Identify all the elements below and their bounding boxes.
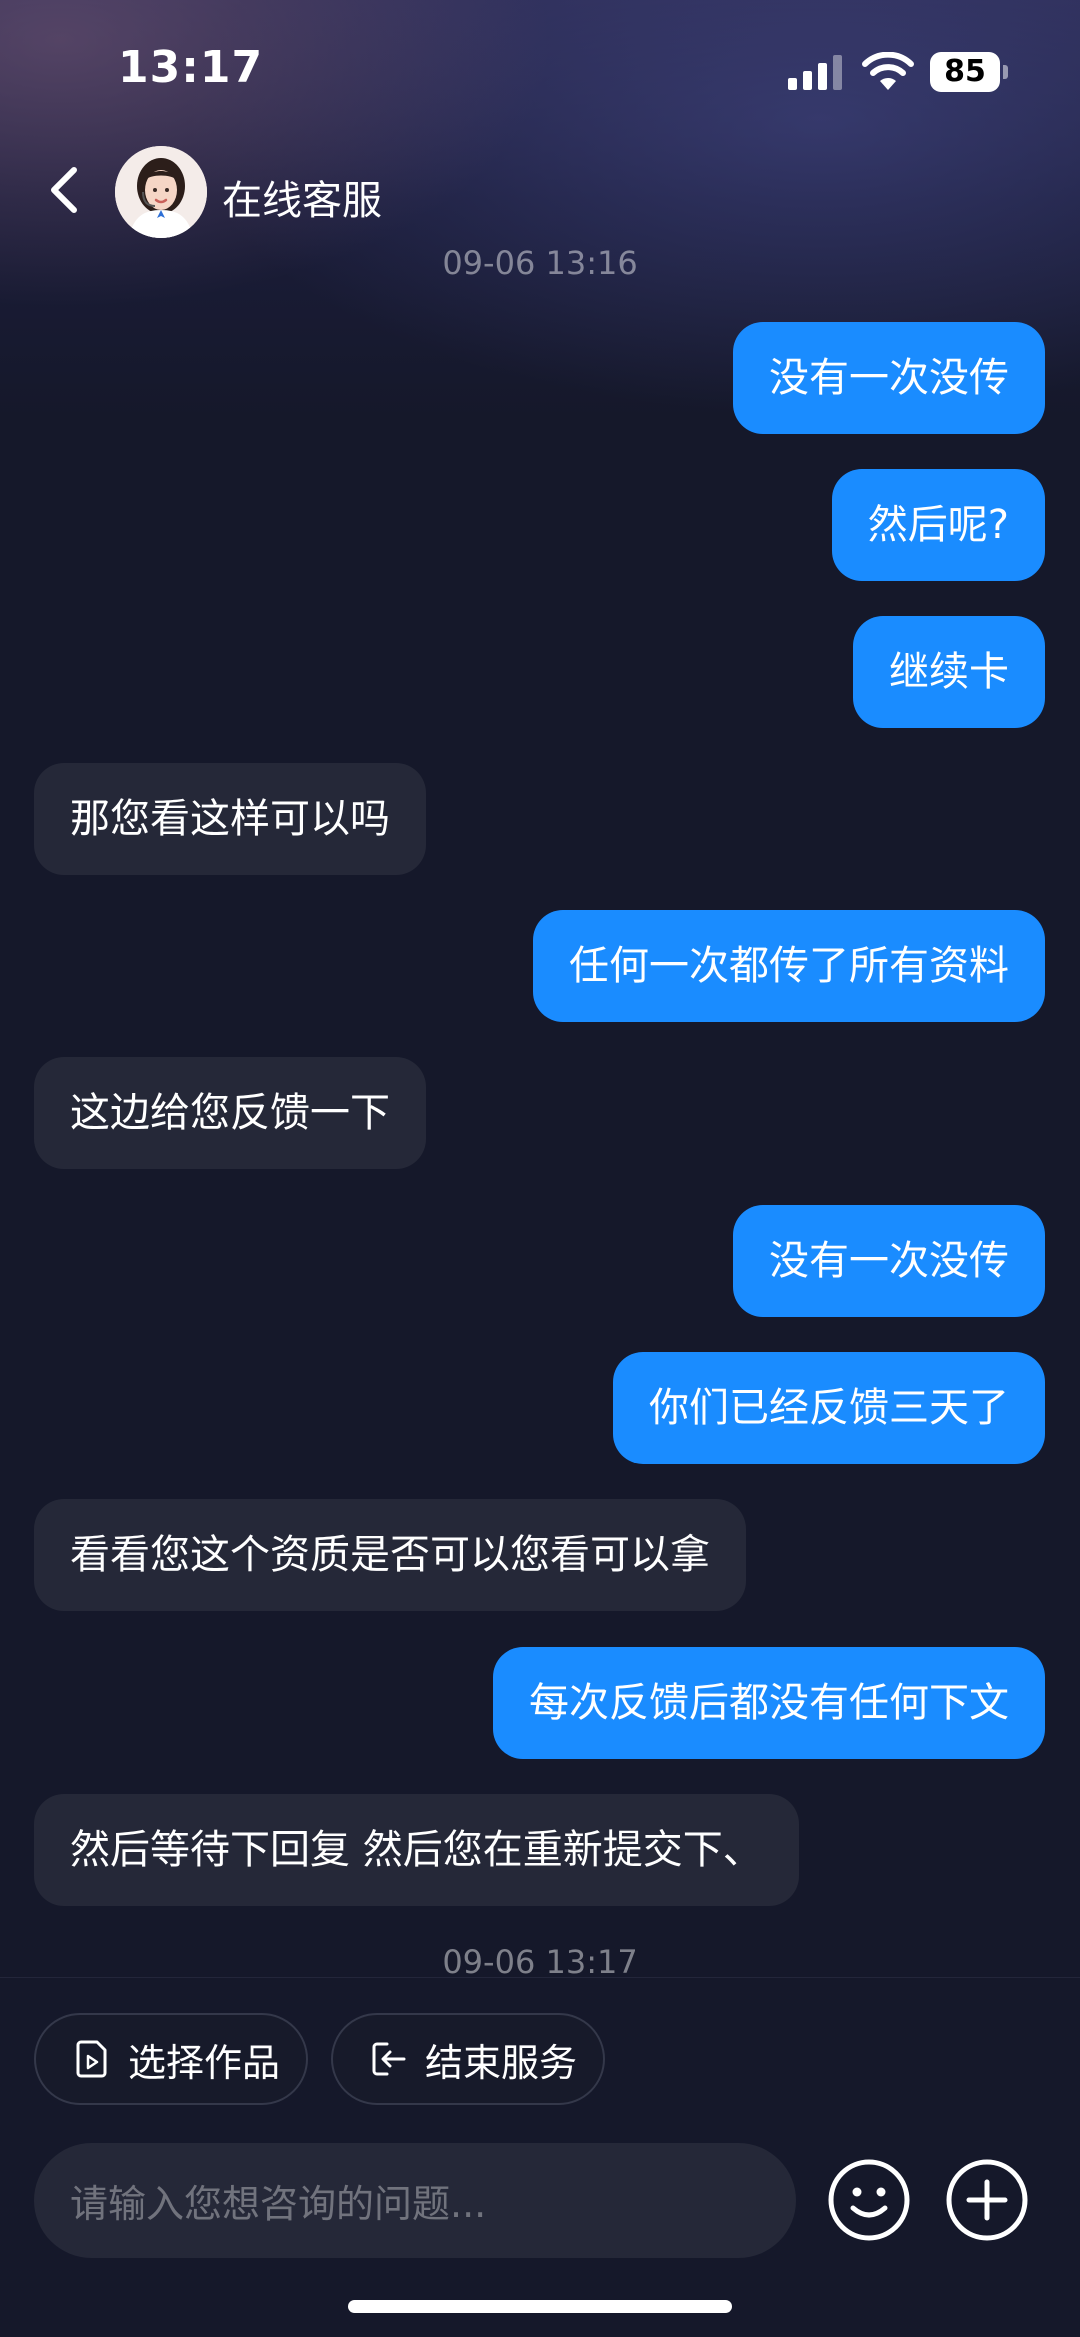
incoming-message[interactable]: 看看您这个资质是否可以您看可以拿 xyxy=(34,1499,746,1611)
select-work-label: 选择作品 xyxy=(128,2040,281,2085)
status-time: 13:17 xyxy=(118,42,264,93)
message-input[interactable]: 请输入您想咨询的问题... xyxy=(34,2143,796,2258)
agent-avatar-image xyxy=(115,146,207,238)
battery-level: 85 xyxy=(930,52,1000,92)
incoming-message[interactable]: 这边给您反馈一下 xyxy=(34,1057,426,1169)
outgoing-message[interactable]: 然后呢? xyxy=(831,469,1045,581)
status-bar: 13:17 85 xyxy=(0,0,1080,140)
composer-area: 选择作品 结束服务 请输入您想咨询的问题... xyxy=(0,1977,1080,2337)
outgoing-message[interactable]: 每次反馈后都没有任何下文 xyxy=(493,1647,1045,1759)
incoming-message[interactable]: 然后等待下回复 然后您在重新提交下、 xyxy=(34,1794,799,1906)
battery-cap xyxy=(1003,65,1008,79)
outgoing-message[interactable]: 继续卡 xyxy=(853,616,1045,728)
incoming-message[interactable]: 那您看这样可以吗 xyxy=(34,763,426,875)
battery-indicator: 85 xyxy=(930,52,1010,92)
video-file-icon xyxy=(76,2040,107,2078)
chat-header: 在线客服 xyxy=(0,140,1080,240)
chat-title: 在线客服 xyxy=(222,178,382,224)
chat-screen: 13:17 85 在线客服 09-06 13:16 09-06 13:17 没有… xyxy=(0,0,1080,2337)
wifi-icon xyxy=(862,52,914,90)
exit-icon xyxy=(372,2042,406,2076)
outgoing-message[interactable]: 你们已经反馈三天了 xyxy=(613,1352,1045,1464)
end-service-button[interactable]: 结束服务 xyxy=(331,2013,605,2105)
smiley-icon[interactable] xyxy=(827,2158,911,2242)
outgoing-message[interactable]: 没有一次没传 xyxy=(733,322,1045,434)
chevron-left-icon[interactable] xyxy=(36,160,92,220)
end-service-label: 结束服务 xyxy=(425,2040,578,2085)
message-timestamp: 09-06 13:17 xyxy=(442,1943,638,1981)
message-timestamp: 09-06 13:16 xyxy=(442,244,638,282)
message-input-placeholder: 请输入您想咨询的问题... xyxy=(70,2182,487,2226)
agent-avatar[interactable] xyxy=(115,146,207,238)
cellular-signal-icon xyxy=(788,55,842,90)
plus-circle-icon[interactable] xyxy=(945,2158,1029,2242)
outgoing-message[interactable]: 没有一次没传 xyxy=(733,1205,1045,1317)
select-work-button[interactable]: 选择作品 xyxy=(34,2013,308,2105)
home-indicator[interactable] xyxy=(348,2300,732,2313)
outgoing-message[interactable]: 任何一次都传了所有资料 xyxy=(533,910,1045,1022)
